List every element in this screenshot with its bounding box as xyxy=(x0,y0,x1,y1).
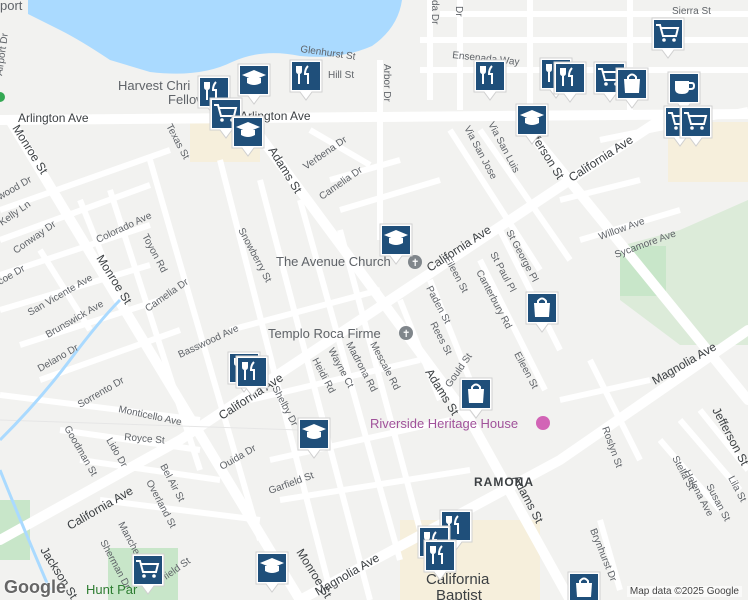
shopping-marker[interactable] xyxy=(524,290,560,334)
map-attribution[interactable]: Map data ©2025 Google xyxy=(626,586,742,597)
shopping-marker[interactable] xyxy=(458,376,494,420)
school-marker[interactable] xyxy=(254,550,290,594)
museum-icon[interactable] xyxy=(536,416,550,430)
place-label-avenue-church[interactable]: The Avenue Church xyxy=(276,254,391,269)
grocery-marker[interactable] xyxy=(130,552,166,596)
street-label-adams-north: Adams St xyxy=(265,144,305,196)
street-label-lila: Lila St xyxy=(725,474,748,504)
street-label-snowberry: Snowberry St xyxy=(235,226,273,284)
street-label-hill: Hill St xyxy=(328,70,354,81)
cross-icon: ✝ xyxy=(402,329,410,340)
school-marker[interactable] xyxy=(230,114,266,158)
restaurant-marker[interactable] xyxy=(472,58,508,102)
grocery-marker[interactable] xyxy=(650,16,686,60)
street-label-magnolia-east: Magnolia Ave xyxy=(650,339,719,387)
street-label-monroe-north: Monroe St xyxy=(9,122,51,177)
street-label-roslyn: Roslyn St xyxy=(599,425,624,469)
grocery-marker[interactable] xyxy=(678,104,714,148)
street-label-camelia-west: Camelia Dr xyxy=(143,276,191,314)
place-label-templo[interactable]: Templo Roca Firme xyxy=(268,326,381,341)
place-label-riverside-heritage[interactable]: Riverside Heritage House xyxy=(370,416,518,431)
street-label-paden: Paden St xyxy=(423,284,452,326)
shopping-marker[interactable] xyxy=(614,66,650,110)
street-label-texas: Texas St xyxy=(163,122,191,161)
place-label-port: port xyxy=(0,0,23,13)
place-label-harvest-1[interactable]: Harvest Chri xyxy=(118,78,190,93)
street-label-arbor: Arbor Dr xyxy=(381,64,392,102)
neighborhood-label-ramona: RAMONA xyxy=(474,475,534,489)
school-marker[interactable] xyxy=(378,222,414,266)
street-label-top-1: da Dr xyxy=(429,0,440,25)
shopping-marker[interactable] xyxy=(566,570,602,600)
place-label-california-baptist-2[interactable]: Baptist xyxy=(436,587,483,600)
street-label-royce: Royce St xyxy=(124,432,166,447)
water-body xyxy=(28,0,402,74)
map-canvas[interactable]: Arlington Ave Arlington Ave Adams St Ada… xyxy=(0,0,748,600)
school-marker[interactable] xyxy=(296,416,332,460)
street-label-camelia-north: Camelia Dr xyxy=(317,164,365,202)
restaurant-marker[interactable] xyxy=(288,58,324,102)
google-logo: Google xyxy=(4,577,66,597)
restaurant-marker[interactable] xyxy=(552,60,588,104)
restaurant-marker[interactable] xyxy=(234,354,270,398)
restaurant-marker[interactable] xyxy=(422,538,458,582)
street-label-airport: Airport Dr xyxy=(0,32,11,77)
street-label-top-2: Dr xyxy=(453,6,464,17)
school-marker[interactable] xyxy=(514,102,550,146)
street-label-arlington-west: Arlington Ave xyxy=(18,111,89,125)
park-area xyxy=(0,92,5,102)
